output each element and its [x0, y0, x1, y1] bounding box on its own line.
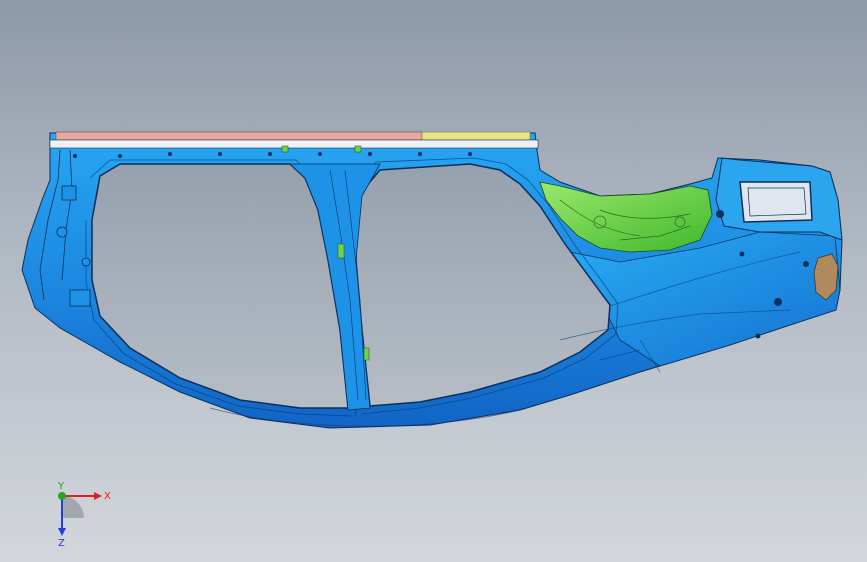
roof-rail-yellow-strip	[421, 131, 531, 141]
z-axis-arrowhead	[58, 528, 66, 536]
y-axis-label: Y	[57, 481, 65, 492]
triad-shadow	[62, 496, 84, 518]
b-pillar-green-tab	[337, 243, 345, 259]
body-side-panel-model[interactable]	[0, 0, 867, 562]
y-axis-origin-dot	[58, 492, 66, 500]
x-axis-arrowhead	[94, 492, 102, 500]
z-axis-label: Z	[58, 538, 65, 548]
cad-viewport[interactable]: X Y Z	[0, 0, 867, 562]
roof-rail-white-strip	[49, 139, 539, 149]
front-door-opening	[91, 163, 349, 409]
x-axis-label: X	[104, 491, 111, 502]
coordinate-triad: X Y Z	[57, 481, 111, 548]
b-pillar-green-tab-lower	[363, 347, 370, 361]
roof-rail-pink-strip	[55, 131, 423, 141]
